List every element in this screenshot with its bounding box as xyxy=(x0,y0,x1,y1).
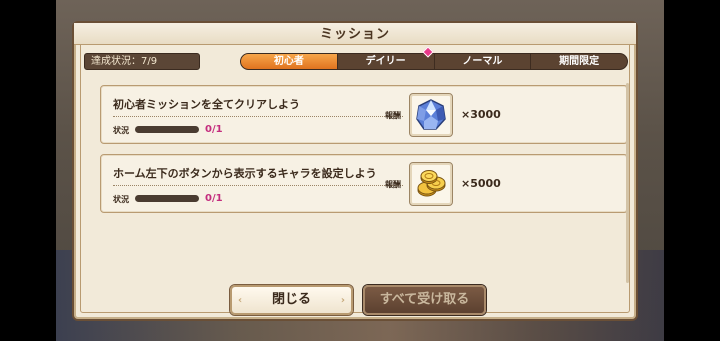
divider xyxy=(113,116,403,117)
chevron-left-icon: ‹ xyxy=(238,295,243,306)
progress-bar xyxy=(135,195,199,202)
mission-title: ホーム左下のボタンから表示するキャラを設定しよう xyxy=(113,167,377,180)
close-button[interactable]: ‹ 閉じる › xyxy=(230,285,353,315)
mission-card: ホーム左下のボタンから表示するキャラを設定しよう 状況 0/1 報酬 ×5000 xyxy=(100,154,628,213)
tab-limited[interactable]: 期間限定 xyxy=(530,54,627,69)
tab-normal[interactable]: ノーマル xyxy=(433,54,531,69)
reward-quantity: ×3000 xyxy=(461,108,501,121)
close-button-label: 閉じる xyxy=(271,292,311,307)
tab-daily[interactable]: デイリー xyxy=(336,54,434,69)
reward-label: 報酬 xyxy=(385,180,401,189)
dialog-title: ミッション xyxy=(319,27,390,42)
progress-count: 0/1 xyxy=(205,124,223,135)
progress-count: 0/1 xyxy=(205,193,223,204)
progress-bar xyxy=(135,126,199,133)
letterbox-right xyxy=(660,0,720,341)
status-label: 状況 xyxy=(113,126,129,135)
reward-label: 報酬 xyxy=(385,111,401,120)
receive-all-button-label: すべて受け取る xyxy=(379,292,470,307)
scrollbar[interactable] xyxy=(626,83,629,283)
chevron-right-icon: › xyxy=(340,295,345,306)
mission-dialog: ミッション 達成状況：7/9 初心者 デイリー ノーマル 期間限定 初心者ミッシ… xyxy=(72,21,638,321)
mission-card: 初心者ミッションを全てクリアしよう 状況 0/1 報酬 ×3000 xyxy=(100,85,628,144)
divider xyxy=(113,185,403,186)
letterbox-left xyxy=(0,0,60,341)
achievement-status: 達成状況：7/9 xyxy=(84,53,200,70)
receive-all-button[interactable]: すべて受け取る xyxy=(363,285,486,315)
gold-coins-icon[interactable] xyxy=(409,162,453,206)
crystal-gem-icon[interactable] xyxy=(409,93,453,137)
mission-title: 初心者ミッションを全てクリアしよう xyxy=(113,98,300,111)
dialog-title-bar: ミッション xyxy=(74,23,636,45)
status-label: 状況 xyxy=(113,195,129,204)
tab-beginner[interactable]: 初心者 xyxy=(241,54,337,69)
mission-tabs: 初心者 デイリー ノーマル 期間限定 xyxy=(240,53,628,70)
reward-quantity: ×5000 xyxy=(461,177,501,190)
